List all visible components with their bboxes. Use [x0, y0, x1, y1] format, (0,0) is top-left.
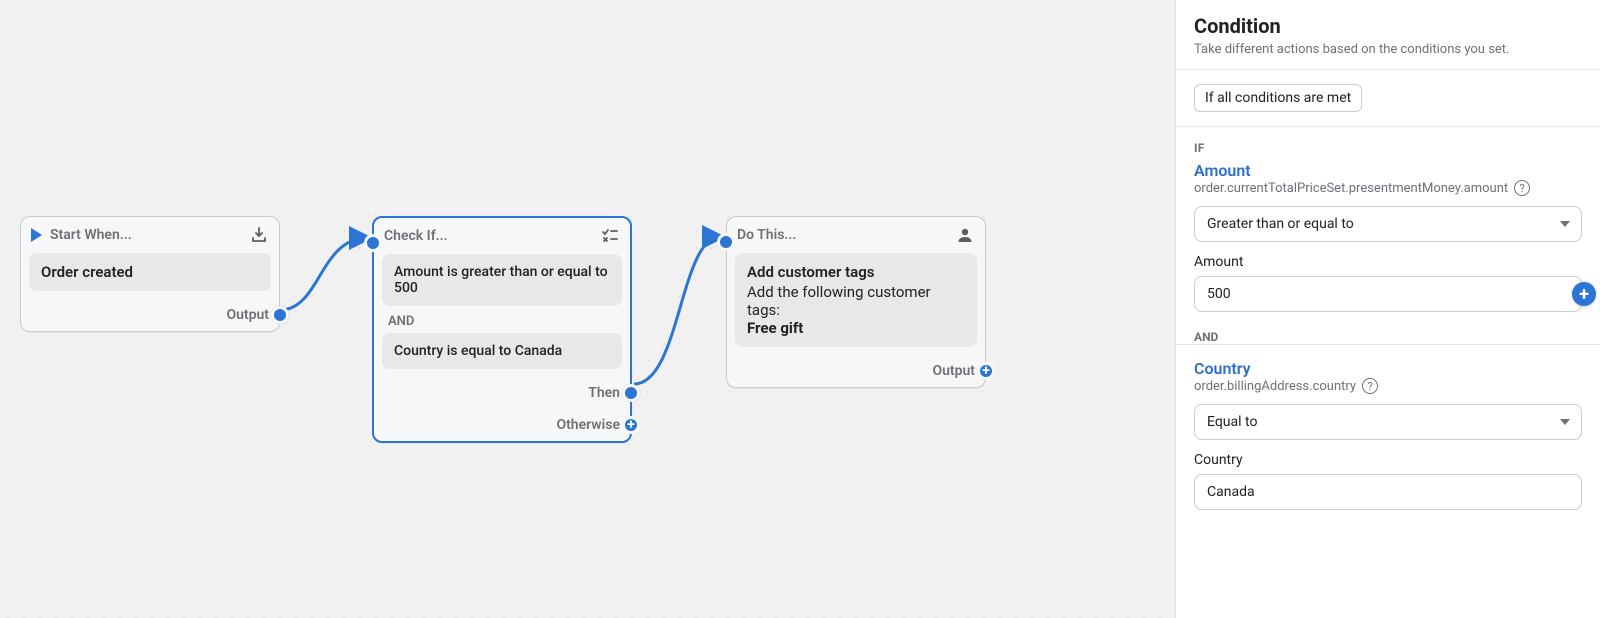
help-icon[interactable]: ?: [1362, 378, 1378, 394]
cond2-value-group: [1194, 474, 1582, 510]
condition-panel: Condition Take different actions based o…: [1175, 0, 1600, 618]
condition-1-section: IF Amount order.currentTotalPriceSet.pre…: [1176, 126, 1600, 326]
node-condition-header-label: Check If...: [384, 228, 448, 244]
if-label: IF: [1194, 141, 1582, 155]
node-start-header-label: Start When...: [50, 227, 132, 243]
start-output-label: Output: [226, 307, 269, 323]
condition-otherwise-label: Otherwise: [556, 417, 620, 433]
cond1-value-group: +: [1194, 276, 1582, 312]
action-pill[interactable]: Add customer tags Add the following cust…: [735, 253, 977, 347]
condition-then-label: Then: [588, 385, 620, 401]
condition-2-pill[interactable]: Country is equal to Canada: [382, 333, 622, 369]
cond1-operator-wrap: Greater than or equal to: [1194, 206, 1582, 242]
user-icon: [955, 225, 975, 245]
panel-subtitle: Take different actions based on the cond…: [1194, 42, 1582, 57]
action-output-label: Output: [932, 363, 975, 379]
cond2-operator-select[interactable]: Equal to: [1194, 404, 1582, 440]
add-condition-after-1-button[interactable]: +: [1572, 282, 1596, 306]
action-title: Add customer tags: [747, 263, 874, 281]
action-output-row: Output +: [727, 355, 985, 387]
cond1-value-label: Amount: [1194, 254, 1582, 270]
match-mode-section: If all conditions are met: [1176, 69, 1600, 126]
cond2-field-path-row: order.billingAddress.country ?: [1194, 378, 1582, 394]
condition-1-text: Amount is greater than or equal to 500: [394, 264, 608, 296]
start-trigger-label: Order created: [41, 263, 133, 281]
action-output-port[interactable]: +: [977, 362, 995, 380]
cond2-value-input[interactable]: [1194, 474, 1582, 510]
start-output-port[interactable]: [271, 306, 289, 324]
condition-then-row: Then: [374, 377, 630, 409]
condition-and-label: AND: [388, 314, 616, 329]
cond2-operator-wrap: Equal to: [1194, 404, 1582, 440]
action-input-port[interactable]: [717, 233, 735, 251]
checklist-icon: [600, 226, 620, 246]
play-icon: [31, 228, 42, 242]
panel-title: Condition: [1194, 14, 1582, 38]
condition-2-section: Country order.billingAddress.country ? E…: [1176, 344, 1600, 524]
cond2-field-link[interactable]: Country: [1194, 359, 1582, 378]
condition-input-port[interactable]: [364, 234, 382, 252]
node-start[interactable]: Start When... Order created Output: [20, 216, 280, 332]
condition-otherwise-port[interactable]: +: [622, 416, 640, 434]
condition-2-text: Country is equal to Canada: [394, 343, 562, 359]
action-subtitle: Add the following customer tags:: [747, 283, 965, 319]
cond1-operator-select[interactable]: Greater than or equal to: [1194, 206, 1582, 242]
panel-header: Condition Take different actions based o…: [1176, 0, 1600, 69]
node-action-header: Do This...: [727, 217, 985, 253]
match-mode-chip[interactable]: If all conditions are met: [1194, 84, 1362, 112]
node-start-header: Start When...: [21, 217, 279, 253]
import-icon[interactable]: [249, 225, 269, 245]
node-action[interactable]: Do This... Add customer tags Add the fol…: [726, 216, 986, 388]
panel-and-label: AND: [1176, 326, 1600, 344]
node-condition-header: Check If...: [374, 218, 630, 254]
start-trigger-pill[interactable]: Order created: [29, 253, 271, 291]
condition-otherwise-row: Otherwise +: [374, 409, 630, 441]
help-icon[interactable]: ?: [1514, 180, 1530, 196]
cond1-field-link[interactable]: Amount: [1194, 161, 1582, 180]
condition-then-port[interactable]: [622, 384, 640, 402]
cond1-value-input[interactable]: [1194, 276, 1582, 312]
node-condition[interactable]: Check If... Amount is greater than or eq…: [372, 216, 632, 443]
action-tag-value: Free gift: [747, 319, 803, 337]
cond1-field-path-row: order.currentTotalPriceSet.presentmentMo…: [1194, 180, 1582, 196]
cond2-field-path: order.billingAddress.country: [1194, 379, 1356, 394]
node-action-header-label: Do This...: [737, 227, 796, 243]
cond2-value-label: Country: [1194, 452, 1582, 468]
cond1-field-path: order.currentTotalPriceSet.presentmentMo…: [1194, 181, 1508, 196]
start-output-row: Output: [21, 299, 279, 331]
condition-1-pill[interactable]: Amount is greater than or equal to 500: [382, 254, 622, 306]
